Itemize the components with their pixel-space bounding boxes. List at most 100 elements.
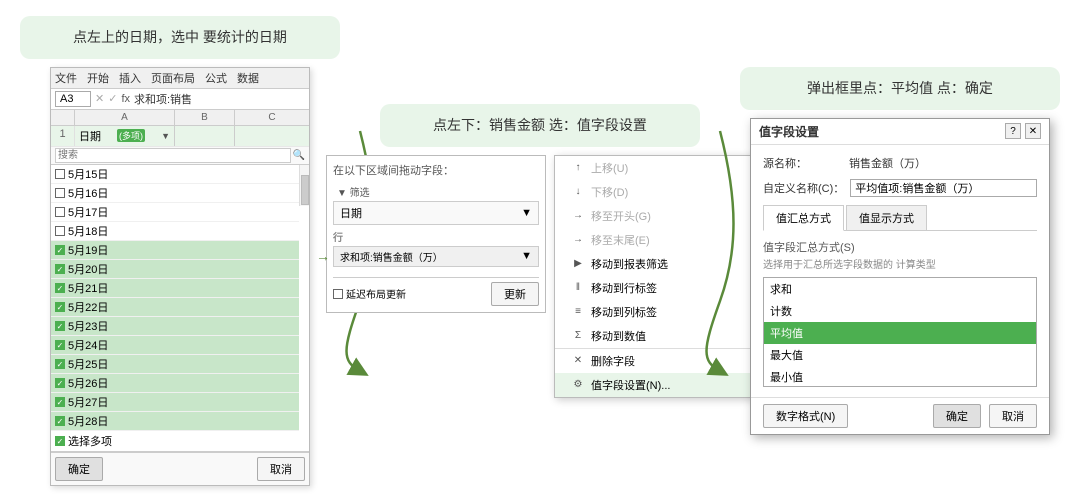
dialog-action-btns: 确定 取消 [933, 404, 1037, 428]
date-item-0524[interactable]: 5月24日 [51, 336, 299, 355]
col-a-header: A [75, 110, 175, 125]
date-item-0522[interactable]: 5月22日 [51, 298, 299, 317]
panel-2: 点左下：销售金额 选：值字段设置 在以下区域间拖动字段： ▼ 筛选 日期 ▼ 行… [380, 104, 700, 397]
ribbon-formula[interactable]: 公式 [205, 70, 227, 86]
date-item-0525[interactable]: 5月25日 [51, 355, 299, 374]
filter-dropdown-icon[interactable]: ▼ [161, 131, 170, 141]
listbox-item-average[interactable]: 平均值 [764, 322, 1036, 344]
scrollbar-thumb[interactable] [301, 175, 309, 205]
checkbox-0527[interactable] [55, 397, 65, 407]
listbox-item-count[interactable]: 计数 [764, 300, 1036, 322]
calculation-listbox[interactable]: 求和 计数 平均值 最大值 最小值 乘积 [763, 277, 1037, 387]
date-item-0521[interactable]: 5月21日 [51, 279, 299, 298]
pivot-drag-label: 在以下区域间拖动字段： [333, 162, 539, 178]
panel3-bubble: 弹出框里点：平均值 点：确定 [740, 67, 1060, 109]
context-menu-tovalue-label: 移动到数值 [591, 328, 646, 344]
pivot-bottom-row: 行 求和项:销售金额（万） ▼ → [333, 229, 539, 273]
tab-summary[interactable]: 值汇总方式 [763, 205, 844, 231]
search-submit-icon[interactable]: 🔍 [293, 150, 305, 161]
date-label-0525: 5月25日 [68, 356, 108, 372]
date-item-0519[interactable]: 5月19日 [51, 241, 299, 260]
row-num-header [51, 110, 75, 125]
dialog-custom-input[interactable] [850, 179, 1037, 197]
defer-label: 延迟布局更新 [346, 286, 406, 301]
ribbon-file[interactable]: 文件 [55, 70, 77, 86]
tofilter-icon: ▶ [571, 258, 585, 269]
row-1-date: 日期 (多项) ▼ [75, 126, 175, 146]
date-list-scrollbar[interactable] [299, 165, 309, 206]
excel-footer-1: 确定 取消 [51, 452, 309, 485]
checkbox-0517[interactable] [55, 207, 65, 217]
date-search-input[interactable] [55, 148, 291, 163]
dialog-titlebar: 值字段设置 ? ✕ [751, 119, 1049, 145]
col-b-header: B [175, 110, 235, 125]
ribbon-insert[interactable]: 插入 [119, 70, 141, 86]
up-icon: ↑ [571, 162, 585, 173]
date-label-0527: 5月27日 [68, 394, 108, 410]
checkbox-0516[interactable] [55, 188, 65, 198]
tocol-icon: ≡ [571, 306, 585, 317]
checkbox-0524[interactable] [55, 340, 65, 350]
date-item-0517[interactable]: 5月17日 [51, 203, 299, 222]
pivot-row-arrow-icon[interactable]: ▼ [521, 250, 532, 262]
checkbox-0528[interactable] [55, 416, 65, 426]
checkbox-0523[interactable] [55, 321, 65, 331]
date-item-0518[interactable]: 5月18日 [51, 222, 299, 241]
checkbox-0522[interactable] [55, 302, 65, 312]
date-label-0515: 5月15日 [68, 166, 108, 182]
ribbon-home[interactable]: 开始 [87, 70, 109, 86]
date-label-0522: 5月22日 [68, 299, 108, 315]
context-menu-fieldsetting-label: 值字段设置(N)... [591, 377, 670, 393]
checkbox-0521[interactable] [55, 283, 65, 293]
checkbox-0515[interactable] [55, 169, 65, 179]
torow-icon: ‖ [571, 282, 585, 293]
dialog-section-desc: 选择用于汇总所选字段数据的 计算类型 [763, 259, 1037, 273]
date-item-0523[interactable]: 5月23日 [51, 317, 299, 336]
tab-display[interactable]: 值显示方式 [846, 205, 927, 230]
date-item-0515[interactable]: 5月15日 [51, 165, 299, 184]
panel2-layout: 在以下区域间拖动字段： ▼ 筛选 日期 ▼ 行 求和项:销售金额（万） ▼ → [326, 155, 754, 398]
ok-button-3[interactable]: 确定 [933, 404, 981, 428]
date-item-0527[interactable]: 5月27日 [51, 393, 299, 412]
row-1-b [175, 126, 235, 146]
context-menu-up-label: 上移(U) [591, 160, 628, 176]
checkbox-0520[interactable] [55, 264, 65, 274]
checkbox-0518[interactable] [55, 226, 65, 236]
checkbox-0526[interactable] [55, 378, 65, 388]
checkbox-0519[interactable] [55, 245, 65, 255]
date-item-0516[interactable]: 5月16日 [51, 184, 299, 203]
formula-bar: A3 ✕ ✓ fx [51, 89, 309, 110]
listbox-item-min[interactable]: 最小值 [764, 366, 1036, 387]
date-item-0526[interactable]: 5月26日 [51, 374, 299, 393]
date-item-0520[interactable]: 5月20日 [51, 260, 299, 279]
dialog-question-btn[interactable]: ? [1005, 123, 1021, 139]
ribbon-layout[interactable]: 页面布局 [151, 70, 195, 86]
checkbox-0525[interactable] [55, 359, 65, 369]
cancel-button-3[interactable]: 取消 [989, 404, 1037, 428]
defer-update-row: 延迟布局更新 [333, 286, 406, 301]
formula-input[interactable] [134, 93, 305, 105]
pivot-field-arrow-icon[interactable]: ▼ [521, 207, 532, 219]
dialog-section-label: 值字段汇总方式(S) [763, 239, 1037, 255]
dialog-source-label: 源名称： [763, 155, 843, 171]
dialog-source-value: 销售金额（万） [849, 155, 926, 171]
pivot-update-row: 延迟布局更新 更新 [333, 277, 539, 306]
defer-checkbox[interactable] [333, 289, 343, 299]
dialog-close-btn[interactable]: ✕ [1025, 123, 1041, 139]
pivot-row-field[interactable]: 求和项:销售金额（万） ▼ → [333, 246, 539, 267]
ribbon-data[interactable]: 数据 [237, 70, 259, 86]
panel2-bubble: 点左下：销售金额 选：值字段设置 [380, 104, 700, 146]
select-all-checkbox[interactable] [55, 436, 65, 446]
listbox-item-max[interactable]: 最大值 [764, 344, 1036, 366]
date-label-0516: 5月16日 [68, 185, 108, 201]
ok-button-1[interactable]: 确定 [55, 457, 103, 481]
panel1-bubble: 点左上的日期，选中 要统计的日期 [20, 16, 340, 58]
cell-reference: A3 [55, 91, 91, 107]
number-format-button[interactable]: 数字格式(N) [763, 404, 848, 428]
pivot-date-field[interactable]: 日期 ▼ [333, 201, 539, 225]
listbox-item-sum[interactable]: 求和 [764, 278, 1036, 300]
update-button[interactable]: 更新 [491, 282, 539, 306]
date-list: 5月15日 5月16日 5月17日 5月18日 5月19日 [51, 165, 309, 431]
cancel-button-1[interactable]: 取消 [257, 457, 305, 481]
date-item-0528[interactable]: 5月28日 [51, 412, 299, 431]
